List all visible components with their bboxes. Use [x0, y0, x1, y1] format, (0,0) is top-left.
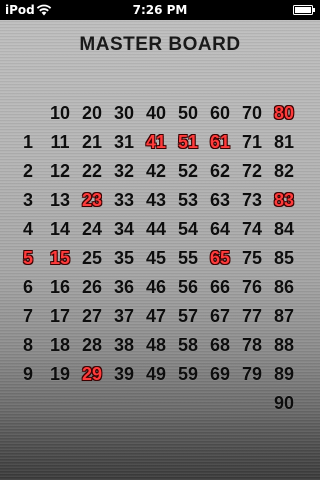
board-number: 19 [49, 364, 71, 384]
board-number: 49 [145, 364, 167, 384]
board-number: 34 [113, 219, 135, 239]
board-number: 15 [49, 248, 71, 268]
board-number: 21 [81, 132, 103, 152]
board-number: 57 [177, 306, 199, 326]
board-number: 14 [49, 219, 71, 239]
board-number: 35 [113, 248, 135, 268]
board-number: 54 [177, 219, 199, 239]
board-number: 40 [145, 103, 167, 123]
board-number: 58 [177, 335, 199, 355]
board-number: 77 [241, 306, 263, 326]
board-number: 9 [22, 364, 33, 384]
board-number: 75 [241, 248, 263, 268]
board-number: 10 [49, 103, 71, 123]
board-number: 83 [273, 190, 295, 210]
board-number: 74 [241, 219, 263, 239]
board-number: 30 [113, 103, 135, 123]
board-number: 68 [209, 335, 231, 355]
board-number: 76 [241, 277, 263, 297]
board-number: 6 [22, 277, 33, 297]
board-number: 23 [81, 190, 103, 210]
board-number: 16 [49, 277, 71, 297]
board-number: 2 [22, 161, 33, 181]
board-number: 25 [81, 248, 103, 268]
board-number: 56 [177, 277, 199, 297]
board-number: 41 [145, 132, 167, 152]
board-number: 69 [209, 364, 231, 384]
board-number: 64 [209, 219, 231, 239]
board-number: 84 [273, 219, 295, 239]
board-number: 72 [241, 161, 263, 181]
board-number: 79 [241, 364, 263, 384]
board-number: 11 [50, 132, 70, 152]
board-number: 22 [81, 161, 103, 181]
board-number: 5 [22, 248, 33, 268]
board-number: 33 [113, 190, 135, 210]
board-number: 39 [113, 364, 135, 384]
board-number: 29 [81, 364, 103, 384]
board-number: 24 [81, 219, 103, 239]
board-number: 52 [177, 161, 199, 181]
board-number: 4 [22, 219, 33, 239]
board-number: 53 [177, 190, 199, 210]
board-number: 38 [113, 335, 135, 355]
board-number: 47 [145, 306, 167, 326]
board-number: 73 [241, 190, 263, 210]
board-number: 13 [49, 190, 71, 210]
board-number: 89 [273, 364, 295, 384]
board-number: 31 [113, 132, 135, 152]
board-number: 67 [209, 306, 231, 326]
board-number: 44 [145, 219, 167, 239]
board-number: 45 [145, 248, 167, 268]
board-number: 90 [273, 393, 295, 413]
board-number: 3 [22, 190, 33, 210]
board-number: 46 [145, 277, 167, 297]
board-number: 87 [273, 306, 295, 326]
board-number: 42 [145, 161, 167, 181]
board-number: 27 [81, 306, 103, 326]
number-grid: 1 2 3 4 5 6 7 8 9 10 11 12 13 14 15 16 17 18 19 20 21 22 23 24 2… [0, 20, 320, 480]
board-number: 60 [209, 103, 231, 123]
board-number: 65 [209, 248, 231, 268]
board-number: 70 [241, 103, 263, 123]
board-number: 86 [273, 277, 295, 297]
board-number: 48 [145, 335, 167, 355]
board-number: 36 [113, 277, 135, 297]
battery-icon [293, 5, 315, 15]
board-number: 1 [22, 132, 33, 152]
board-number: 12 [49, 161, 71, 181]
board-number: 32 [113, 161, 135, 181]
board-number: 17 [49, 306, 71, 326]
board-number: 85 [273, 248, 295, 268]
status-clock: 7:26 PM [132, 3, 188, 17]
board-number: 26 [81, 277, 103, 297]
board-number: 20 [81, 103, 103, 123]
board-number: 55 [177, 248, 199, 268]
master-board: MASTER BOARD 1 2 3 4 5 6 7 8 9 10 11 12 13 14 15 16 17 18… [0, 20, 320, 480]
status-bar: iPod 7:26 PM [0, 0, 320, 20]
board-number: 78 [241, 335, 263, 355]
board-number: 59 [177, 364, 199, 384]
board-number: 61 [209, 132, 231, 152]
board-number: 81 [273, 132, 295, 152]
board-number: 80 [273, 103, 295, 123]
board-number: 7 [22, 306, 33, 326]
board-number: 37 [113, 306, 135, 326]
board-number: 82 [273, 161, 295, 181]
board-number: 50 [177, 103, 199, 123]
board-number: 43 [145, 190, 167, 210]
board-number: 28 [81, 335, 103, 355]
board-number: 71 [241, 132, 263, 152]
board-number: 51 [177, 132, 199, 152]
board-number: 63 [209, 190, 231, 210]
board-number: 18 [49, 335, 71, 355]
board-number: 88 [273, 335, 295, 355]
board-number: 62 [209, 161, 231, 181]
board-number: 66 [209, 277, 231, 297]
board-number: 8 [22, 335, 33, 355]
